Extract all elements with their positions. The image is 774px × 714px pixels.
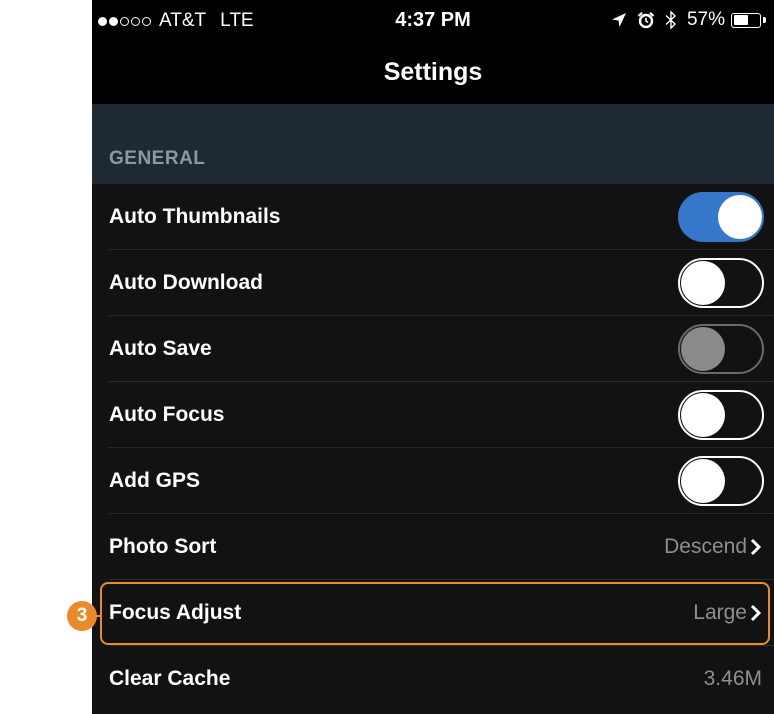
navigation-bar: Settings — [92, 42, 774, 104]
settings-list: GENERAL Auto Thumbnails Auto Download Au… — [92, 104, 774, 714]
setting-row-photo-sort[interactable]: Photo Sort Descend — [92, 514, 774, 580]
battery-icon — [731, 12, 761, 28]
toggle-knob — [718, 195, 762, 239]
setting-row-focus-adjust[interactable]: Focus Adjust Large — [92, 580, 774, 646]
setting-value: 3.46M — [703, 667, 762, 690]
section-header-general: GENERAL — [92, 104, 774, 184]
setting-row-auto-save: Auto Save — [92, 316, 774, 382]
section-title: GENERAL — [109, 148, 206, 169]
setting-label: Auto Download — [109, 271, 263, 294]
toggle-knob — [681, 327, 725, 371]
auto-focus-toggle[interactable] — [678, 390, 764, 440]
bluetooth-icon — [665, 10, 677, 30]
setting-label: Photo Sort — [109, 535, 217, 558]
setting-label: Auto Save — [109, 337, 212, 360]
setting-row-clear-cache[interactable]: Clear Cache 3.46M — [92, 646, 774, 712]
focus-adjust-value[interactable]: Large — [693, 601, 762, 625]
battery-fill — [733, 15, 748, 25]
status-bar: AT&T LTE 4:37 PM 57% — [92, 0, 774, 42]
auto-thumbnails-toggle[interactable] — [678, 192, 764, 242]
location-arrow-icon — [611, 12, 627, 28]
setting-label: Focus Adjust — [109, 601, 242, 624]
setting-value: Descend — [664, 535, 747, 558]
toggle-knob — [681, 393, 725, 437]
setting-label: Auto Focus — [109, 403, 225, 426]
chevron-right-icon — [750, 538, 762, 556]
auto-download-toggle[interactable] — [678, 258, 764, 308]
setting-row-auto-focus: Auto Focus — [92, 382, 774, 448]
toggle-knob — [681, 459, 725, 503]
setting-value: Large — [693, 601, 747, 624]
setting-label: Auto Thumbnails — [109, 205, 281, 228]
status-right: 57% — [601, 9, 766, 31]
auto-save-toggle[interactable] — [678, 324, 764, 374]
phone-screen: AT&T LTE 4:37 PM 57% Settings GENERAL Au… — [92, 0, 774, 714]
battery-tip — [763, 17, 766, 23]
add-gps-toggle[interactable] — [678, 456, 764, 506]
toggle-knob — [681, 261, 725, 305]
setting-label: Clear Cache — [109, 667, 231, 690]
battery-percent: 57% — [686, 9, 725, 30]
annotation-callout-badge: 3 — [67, 601, 97, 631]
setting-label: Add GPS — [109, 469, 201, 492]
setting-row-auto-download: Auto Download — [92, 250, 774, 316]
chevron-right-icon — [750, 604, 762, 622]
setting-row-add-gps: Add GPS — [92, 448, 774, 514]
page-title: Settings — [383, 58, 483, 86]
alarm-clock-icon — [637, 11, 655, 29]
setting-row-auto-thumbnails: Auto Thumbnails — [92, 184, 774, 250]
photo-sort-value[interactable]: Descend — [664, 535, 762, 559]
clear-cache-value[interactable]: 3.46M — [704, 667, 762, 691]
